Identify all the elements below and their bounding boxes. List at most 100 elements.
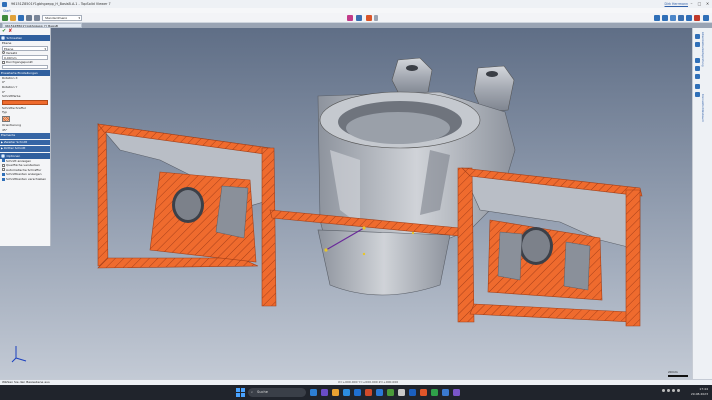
option-move-edges-label: Schnittkanten verschieben (6, 177, 47, 181)
close-icon[interactable]: ✕ (705, 1, 710, 6)
excel-icon[interactable] (431, 389, 438, 396)
system-tray[interactable] (662, 389, 680, 392)
main-toolbar: Standardmenü ▾ (0, 13, 712, 23)
hatch-pattern-swatch[interactable] (2, 115, 10, 122)
app-blue-icon[interactable] (376, 389, 383, 396)
shading-icon[interactable] (670, 15, 676, 21)
auto-hatch-checkbox[interactable] (2, 168, 5, 172)
render-icon[interactable] (662, 15, 668, 21)
expand-icon: ▶ (1, 140, 3, 144)
fill-color-swatch[interactable] (2, 99, 48, 105)
chevron-down-icon: ▾ (44, 46, 46, 51)
file-explorer-icon[interactable] (332, 389, 339, 396)
side-tab-check[interactable]: Abwickelbarkeitsprüfung (701, 32, 705, 67)
open-folder-icon[interactable] (10, 15, 16, 21)
task-view-icon[interactable] (310, 389, 317, 396)
app-green-icon[interactable] (387, 389, 394, 396)
app-gray-icon[interactable] (398, 389, 405, 396)
scale-indicator: 20mm (668, 370, 688, 377)
chevron-down-icon: ▾ (78, 16, 80, 20)
cut-plane-icon[interactable] (366, 15, 372, 21)
teams-icon[interactable] (321, 389, 328, 396)
word-icon[interactable] (409, 389, 416, 396)
second-cut-title: Zweiter Schnitt (4, 139, 27, 144)
confirm-check-icon[interactable]: ✔ (2, 29, 6, 34)
passpoint-label: Durchgangspunkt (6, 60, 33, 65)
top-boss-left (391, 57, 433, 97)
option-hide-face-label: Querfläche verstecken (6, 163, 40, 168)
clock[interactable]: 17:44 29.08.2023 (691, 387, 708, 397)
camera-icon[interactable] (678, 15, 684, 21)
mode-label: Versatz (6, 50, 18, 55)
axis-triad-icon (11, 346, 27, 363)
tree-icon[interactable] (695, 42, 700, 47)
option-show-cut-label: Schnitt anzeigen (6, 158, 32, 163)
third-cut-title: Dritter Schnitt (4, 146, 26, 151)
maximize-icon[interactable]: □ (697, 1, 702, 6)
elements-header[interactable]: Elemente (0, 133, 50, 139)
part-model (97, 57, 643, 327)
pan-icon[interactable] (695, 66, 700, 71)
elements-title: Elemente (1, 133, 16, 138)
scale-bar (668, 374, 688, 377)
filter-icon[interactable] (695, 92, 700, 97)
show-edges-checkbox[interactable] (2, 172, 5, 176)
edge-icon[interactable] (343, 389, 350, 396)
new-icon[interactable] (2, 15, 8, 21)
option-move-edges[interactable]: Schnittkanten verschieben (0, 177, 50, 182)
menu-start[interactable]: Start (3, 9, 11, 13)
taskbar-search-label: Suche (257, 390, 269, 394)
powerpoint-icon[interactable] (420, 389, 427, 396)
layers-icon[interactable] (695, 84, 700, 89)
user-link[interactable]: Dirk Herrmann (665, 2, 688, 6)
print-icon[interactable] (26, 15, 32, 21)
measure-icon[interactable] (356, 15, 362, 21)
right-side-bar: Abwickelbarkeitsprüfung Konnektivitätsba… (692, 28, 712, 379)
minimize-icon[interactable]: – (689, 1, 694, 6)
save-icon[interactable] (18, 15, 24, 21)
outlook-icon[interactable] (354, 389, 361, 396)
topsolid-icon[interactable] (442, 389, 449, 396)
view-cube-icon[interactable] (686, 15, 692, 21)
view-select[interactable]: Standardmenü ▾ (42, 15, 82, 21)
second-cut-header[interactable]: ▶ Zweiter Schnitt (0, 139, 50, 146)
offset-value: 0,00mm (4, 56, 17, 61)
section-view-icon[interactable] (347, 15, 353, 21)
option-show-edges-label: Schnittkanten anzeigen (6, 172, 42, 177)
advanced-settings-title: Erweiterte Einstellungen (1, 70, 38, 75)
window-title: 96151Z8501Y1gbhgzepp_H_BasisB.A.1 - TopS… (11, 2, 111, 6)
third-cut-header[interactable]: ▶ Dritter Schnitt (0, 146, 50, 152)
zoom-icon[interactable] (695, 58, 700, 63)
section-cut-title: Schneiden (6, 36, 23, 40)
passpoint-input[interactable] (2, 64, 48, 69)
offset-input[interactable]: 0,00mm (2, 55, 48, 61)
settings-icon[interactable] (34, 15, 40, 21)
window-controls: – □ ✕ (689, 1, 710, 6)
help-icon[interactable] (694, 15, 700, 21)
move-edges-checkbox[interactable] (2, 177, 5, 181)
hatch-rotation-value[interactable]: 45° (0, 128, 50, 133)
taskbar-search[interactable]: ⌕ Suche (248, 388, 306, 397)
fit-icon[interactable] (703, 15, 709, 21)
mode-radio[interactable] (2, 51, 5, 55)
onenote-icon[interactable] (453, 389, 460, 396)
cancel-x-icon[interactable]: ✘ (8, 29, 12, 34)
show-cut-checkbox[interactable] (2, 159, 5, 163)
side-tab-tree[interactable]: Konnektivitätsbaum (701, 94, 705, 122)
app-icon (2, 1, 7, 7)
expand-icon: ▶ (1, 147, 3, 151)
hide-face-checkbox[interactable] (2, 163, 5, 167)
3d-viewport[interactable] (0, 28, 703, 379)
search-icon: ⌕ (251, 390, 254, 394)
title-bar: 96151Z8501Y1gbhgzepp_H_BasisB.A.1 - TopS… (0, 0, 712, 8)
windows-start-icon[interactable] (236, 388, 245, 397)
pin-icon[interactable] (695, 34, 700, 39)
element-select[interactable]: Ebene ▾ (2, 45, 48, 51)
rotate-icon[interactable] (695, 74, 700, 79)
taskbar: ⌕ Suche 17:44 29.08.2023 (0, 385, 712, 400)
app-red-icon[interactable] (365, 389, 372, 396)
display-icon[interactable] (654, 15, 660, 21)
dropdown-icon[interactable] (374, 15, 378, 21)
clock-date: 29.08.2023 (690, 391, 708, 396)
passpoint-checkbox[interactable] (2, 60, 5, 64)
